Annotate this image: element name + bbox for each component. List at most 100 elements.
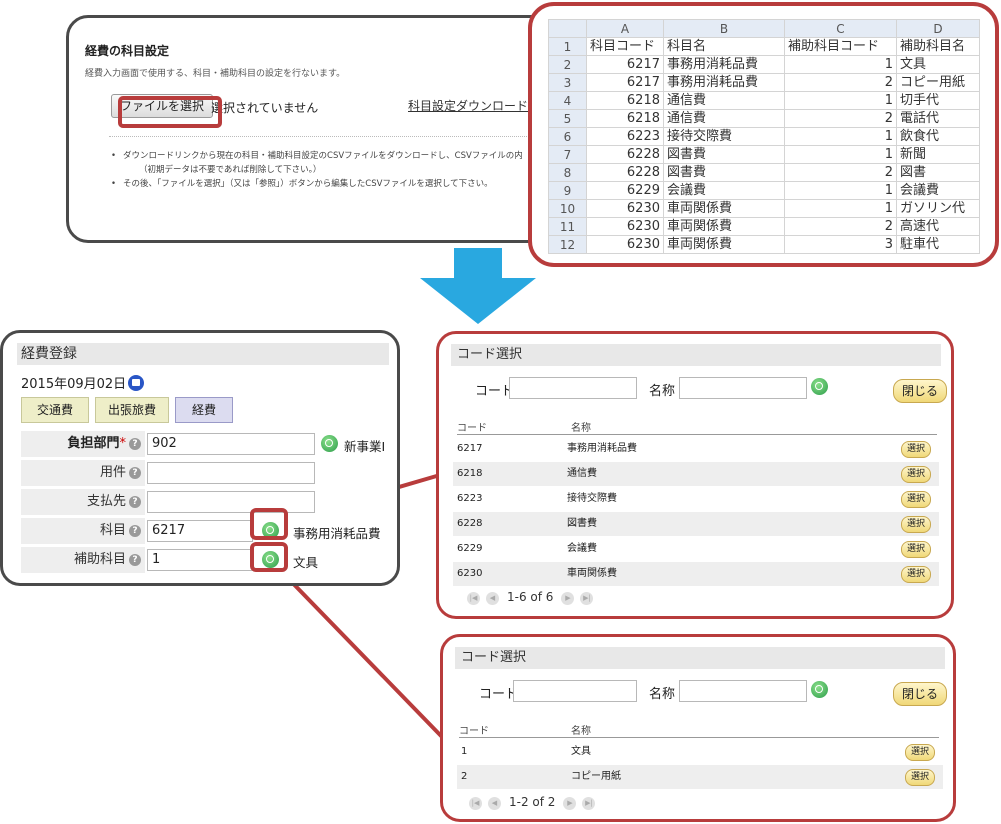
table-row[interactable]: 6230 車両関係費 選択 — [453, 562, 939, 586]
cell-b[interactable]: 車両関係費 — [663, 199, 785, 218]
tab-business-trip[interactable]: 出張旅費 — [95, 397, 169, 423]
next-page-icon[interactable]: ▶ — [561, 592, 575, 605]
cell-b[interactable]: 図書費 — [663, 145, 785, 164]
table-row[interactable]: 6218 通信費 選択 — [453, 462, 939, 486]
tab-expenses[interactable]: 経費 — [175, 397, 233, 423]
row-header[interactable]: 1 — [548, 37, 587, 56]
cell-b[interactable]: 事務用消耗品費 — [663, 73, 785, 92]
first-page-icon[interactable]: |◀ — [467, 592, 480, 605]
cell-c[interactable]: 3 — [784, 235, 897, 254]
cell-d[interactable]: コピー用紙 — [896, 73, 980, 92]
help-icon[interactable]: ? — [129, 467, 141, 479]
cell-d[interactable]: 会議費 — [896, 181, 980, 200]
column-header[interactable]: A — [586, 19, 664, 38]
cell-d[interactable]: 図書 — [896, 163, 980, 182]
name-filter-input[interactable] — [679, 377, 807, 399]
account-input[interactable]: 6217 — [147, 520, 253, 542]
cell-b[interactable]: 会議費 — [663, 181, 785, 200]
calendar-icon[interactable] — [128, 375, 145, 391]
select-button[interactable]: 選択 — [905, 769, 935, 786]
row-header[interactable]: 11 — [548, 217, 587, 236]
cell-a[interactable]: 6228 — [586, 163, 664, 182]
cell-c[interactable]: 2 — [784, 73, 897, 92]
cell-a[interactable]: 6217 — [586, 73, 664, 92]
table-row[interactable]: 6229 会議費 選択 — [453, 537, 939, 561]
help-icon[interactable]: ? — [129, 496, 141, 508]
close-button[interactable]: 閉じる — [893, 379, 948, 403]
cell-b[interactable]: 車両関係費 — [663, 217, 785, 236]
cell-c[interactable]: 1 — [784, 127, 897, 146]
help-icon[interactable]: ? — [129, 438, 141, 450]
account-settings-download-link[interactable]: 科目設定ダウンロード — [408, 97, 528, 114]
row-header[interactable]: 8 — [548, 163, 587, 182]
cell-d[interactable]: ガソリン代 — [896, 199, 980, 218]
cell-d[interactable]: 新聞 — [896, 145, 980, 164]
column-header[interactable]: D — [896, 19, 980, 38]
cell-b[interactable]: 車両関係費 — [663, 235, 785, 254]
code-filter-input[interactable] — [513, 680, 637, 702]
cell-d[interactable]: 切手代 — [896, 91, 980, 110]
table-row[interactable]: 6223 接待交際費 選択 — [453, 487, 939, 511]
select-button[interactable]: 選択 — [901, 441, 931, 458]
cell-c[interactable]: 補助科目コード — [784, 37, 897, 56]
cell-c[interactable]: 2 — [784, 217, 897, 236]
search-icon[interactable] — [811, 681, 828, 698]
cell-d[interactable]: 文具 — [896, 55, 980, 74]
last-page-icon[interactable]: ▶| — [580, 592, 594, 605]
cell-b[interactable]: 通信費 — [663, 109, 785, 128]
cell-c[interactable]: 1 — [784, 55, 897, 74]
row-header[interactable]: 6 — [548, 127, 587, 146]
cell-a[interactable]: 6228 — [586, 145, 664, 164]
code-filter-input[interactable] — [509, 377, 637, 399]
cell-a[interactable]: 6229 — [586, 181, 664, 200]
cell-c[interactable]: 2 — [784, 109, 897, 128]
purpose-input[interactable] — [147, 462, 315, 484]
row-header[interactable]: 4 — [548, 91, 587, 110]
cell-a[interactable]: 6230 — [586, 199, 664, 218]
table-row[interactable]: 1 文具 選択 — [457, 740, 943, 764]
first-page-icon[interactable]: |◀ — [469, 797, 482, 810]
select-button[interactable]: 選択 — [905, 744, 935, 761]
row-header[interactable]: 3 — [548, 73, 587, 92]
row-header[interactable]: 2 — [548, 55, 587, 74]
select-button[interactable]: 選択 — [901, 466, 931, 483]
column-header[interactable]: B — [663, 19, 785, 38]
cell-c[interactable]: 2 — [784, 163, 897, 182]
cell-c[interactable]: 1 — [784, 91, 897, 110]
row-header[interactable]: 7 — [548, 145, 587, 164]
search-icon[interactable] — [811, 378, 828, 395]
cell-a[interactable]: 6217 — [586, 55, 664, 74]
cell-a[interactable]: 6218 — [586, 109, 664, 128]
last-page-icon[interactable]: ▶| — [582, 797, 596, 810]
cell-b[interactable]: 事務用消耗品費 — [663, 55, 785, 74]
row-header[interactable]: 5 — [548, 109, 587, 128]
cell-a[interactable]: 科目コード — [586, 37, 664, 56]
table-row[interactable]: 6217 事務用消耗品費 選択 — [453, 437, 939, 461]
expense-date[interactable]: 2015年09月02日 — [21, 373, 145, 392]
select-all-corner[interactable] — [548, 19, 587, 38]
payee-input[interactable] — [147, 491, 315, 513]
cell-a[interactable]: 6230 — [586, 235, 664, 254]
cell-d[interactable]: 補助科目名 — [896, 37, 980, 56]
cell-b[interactable]: 通信費 — [663, 91, 785, 110]
cell-a[interactable]: 6218 — [586, 91, 664, 110]
next-page-icon[interactable]: ▶ — [563, 797, 577, 810]
table-row[interactable]: 6228 図書費 選択 — [453, 512, 939, 536]
cell-c[interactable]: 1 — [784, 145, 897, 164]
column-header[interactable]: C — [784, 19, 897, 38]
prev-page-icon[interactable]: ◀ — [488, 797, 501, 810]
row-header[interactable]: 12 — [548, 235, 587, 254]
select-button[interactable]: 選択 — [901, 541, 931, 558]
close-button[interactable]: 閉じる — [893, 682, 948, 706]
cell-b[interactable]: 科目名 — [663, 37, 785, 56]
cell-b[interactable]: 図書費 — [663, 163, 785, 182]
row-header[interactable]: 10 — [548, 199, 587, 218]
cell-a[interactable]: 6223 — [586, 127, 664, 146]
select-button[interactable]: 選択 — [901, 566, 931, 583]
dept-input[interactable]: 902 — [147, 433, 315, 455]
cell-d[interactable]: 電話代 — [896, 109, 980, 128]
cell-b[interactable]: 接待交際費 — [663, 127, 785, 146]
cell-a[interactable]: 6230 — [586, 217, 664, 236]
select-button[interactable]: 選択 — [901, 516, 931, 533]
cell-c[interactable]: 1 — [784, 181, 897, 200]
